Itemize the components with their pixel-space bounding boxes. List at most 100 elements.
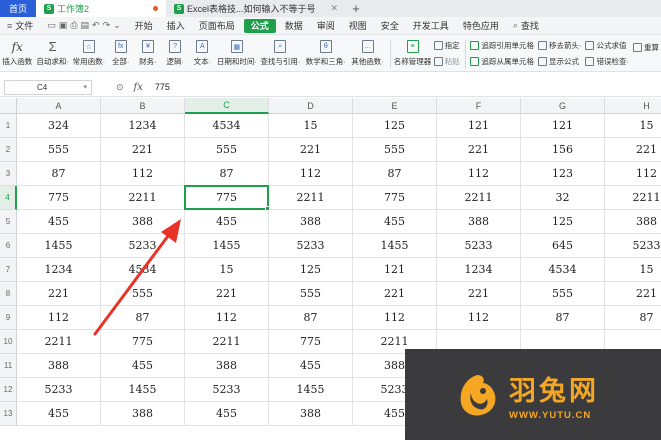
row-header-6[interactable]: 6 — [0, 234, 17, 258]
cell-d4[interactable]: 2211 — [269, 186, 353, 210]
cell-c6[interactable]: 1455 — [185, 234, 269, 258]
cell-f2[interactable]: 221 — [437, 138, 521, 162]
cell-d13[interactable]: 388 — [269, 402, 353, 426]
cell-h3[interactable]: 112 — [605, 162, 661, 186]
cell-f1[interactable]: 121 — [437, 114, 521, 138]
cell-a12[interactable]: 5233 — [17, 378, 101, 402]
redo-icon[interactable]: ↷ — [103, 20, 111, 31]
chevron-down-icon[interactable]: ⌄ — [113, 20, 121, 31]
column-header-b[interactable]: B — [101, 98, 185, 114]
cell-h2[interactable]: 221 — [605, 138, 661, 162]
cell-c13[interactable]: 455 — [185, 402, 269, 426]
tab-workbook[interactable]: S 工作簿2 — [36, 0, 166, 17]
cell-g6[interactable]: 645 — [521, 234, 605, 258]
cell-f3[interactable]: 112 — [437, 162, 521, 186]
cell-e3[interactable]: 87 — [353, 162, 437, 186]
quick-access-icons[interactable]: ▭ ▣ ⎙ ▤ ↶ ↷ ⌄ — [40, 17, 127, 35]
cell-d2[interactable]: 221 — [269, 138, 353, 162]
evaluate-formula-button[interactable]: 公式求值 — [585, 39, 629, 52]
cell-b1[interactable]: 1234 — [101, 114, 185, 138]
tab-home[interactable]: 首页 — [0, 0, 36, 17]
cell-a1[interactable]: 324 — [17, 114, 101, 138]
row-header-12[interactable]: 12 — [0, 378, 17, 402]
cell-e2[interactable]: 555 — [353, 138, 437, 162]
print-icon[interactable]: ⎙ — [70, 20, 77, 31]
specify-button[interactable]: 指定 — [433, 39, 460, 52]
cell-h7[interactable]: 15 — [605, 258, 661, 282]
cell-g7[interactable]: 4534 — [521, 258, 605, 282]
close-icon[interactable]: ✕ — [330, 3, 338, 14]
finance-button[interactable]: ¥ 财务· — [134, 37, 161, 71]
new-tab-button[interactable]: + — [346, 0, 366, 17]
trace-precedents-button[interactable]: 追踪引用单元格 — [470, 39, 534, 52]
cell-d11[interactable]: 455 — [269, 354, 353, 378]
cell-a5[interactable]: 455 — [17, 210, 101, 234]
cell-a2[interactable]: 555 — [17, 138, 101, 162]
cell-c11[interactable]: 388 — [185, 354, 269, 378]
cell-e7[interactable]: 121 — [353, 258, 437, 282]
cell-f8[interactable]: 221 — [437, 282, 521, 306]
cell-c10[interactable]: 2211 — [185, 330, 269, 354]
cell-e4[interactable]: 775 — [353, 186, 437, 210]
row-header-4[interactable]: 4 — [0, 186, 17, 210]
row-header-2[interactable]: 2 — [0, 138, 17, 162]
name-manager-button[interactable]: ≡ 名称管理器 — [393, 37, 431, 71]
cell-b8[interactable]: 555 — [101, 282, 185, 306]
cell-b7[interactable]: 4534 — [101, 258, 185, 282]
cell-a10[interactable]: 2211 — [17, 330, 101, 354]
preview-icon[interactable]: ▤ — [81, 20, 90, 31]
cell-a3[interactable]: 87 — [17, 162, 101, 186]
cell-b9[interactable]: 87 — [101, 306, 185, 330]
tab-document[interactable]: S Excel表格技...如何输入不等于号 ✕ — [166, 0, 346, 17]
other-functions-button[interactable]: … 其他函数· — [348, 37, 386, 71]
folder-icon[interactable]: ▭ — [47, 20, 56, 31]
file-menu[interactable]: ≡ 文件 — [0, 17, 40, 35]
cell-d7[interactable]: 125 — [269, 258, 353, 282]
row-header-13[interactable]: 13 — [0, 402, 17, 426]
cell-h1[interactable]: 15 — [605, 114, 661, 138]
select-all-corner[interactable] — [0, 98, 17, 114]
function-icon[interactable]: fx — [134, 82, 143, 93]
name-box[interactable]: C4 ▾ — [4, 79, 92, 95]
cell-a9[interactable]: 112 — [17, 306, 101, 330]
cell-h8[interactable]: 221 — [605, 282, 661, 306]
menu-developer[interactable]: 开发工具 — [406, 17, 456, 35]
cell-d12[interactable]: 1455 — [269, 378, 353, 402]
cell-c5[interactable]: 455 — [185, 210, 269, 234]
cell-h4[interactable]: 2211 — [605, 186, 661, 210]
cell-f5[interactable]: 388 — [437, 210, 521, 234]
cell-h6[interactable]: 5233 — [605, 234, 661, 258]
cell-h5[interactable]: 388 — [605, 210, 661, 234]
cell-a8[interactable]: 221 — [17, 282, 101, 306]
cell-a4[interactable]: 775 — [17, 186, 101, 210]
cell-g1[interactable]: 121 — [521, 114, 605, 138]
row-header-8[interactable]: 8 — [0, 282, 17, 306]
remove-arrows-button[interactable]: 移去箭头· — [537, 39, 581, 52]
cell-c2[interactable]: 555 — [185, 138, 269, 162]
cell-f6[interactable]: 5233 — [437, 234, 521, 258]
cell-e9[interactable]: 112 — [353, 306, 437, 330]
cell-g8[interactable]: 555 — [521, 282, 605, 306]
cell-g4[interactable]: 32 — [521, 186, 605, 210]
math-button[interactable]: θ 数学和三角· — [303, 37, 348, 71]
cell-d6[interactable]: 5233 — [269, 234, 353, 258]
cell-g3[interactable]: 123 — [521, 162, 605, 186]
menu-review[interactable]: 审阅 — [310, 17, 342, 35]
column-header-g[interactable]: G — [521, 98, 605, 114]
cell-c3[interactable]: 87 — [185, 162, 269, 186]
menu-view[interactable]: 视图 — [342, 17, 374, 35]
menu-special[interactable]: 特色应用 — [456, 17, 506, 35]
menu-security[interactable]: 安全 — [374, 17, 406, 35]
cell-c4[interactable]: 775 — [185, 186, 269, 210]
cell-a11[interactable]: 388 — [17, 354, 101, 378]
column-header-e[interactable]: E — [353, 98, 437, 114]
row-header-11[interactable]: 11 — [0, 354, 17, 378]
cell-c7[interactable]: 15 — [185, 258, 269, 282]
cell-c1[interactable]: 4534 — [185, 114, 269, 138]
cell-e8[interactable]: 221 — [353, 282, 437, 306]
all-functions-button[interactable]: fx 全部· — [107, 37, 134, 71]
show-formulas-button[interactable]: 显示公式 — [537, 55, 582, 68]
cell-a13[interactable]: 455 — [17, 402, 101, 426]
column-header-d[interactable]: D — [269, 98, 353, 114]
zoom-icon[interactable]: ⊙ — [116, 82, 124, 93]
